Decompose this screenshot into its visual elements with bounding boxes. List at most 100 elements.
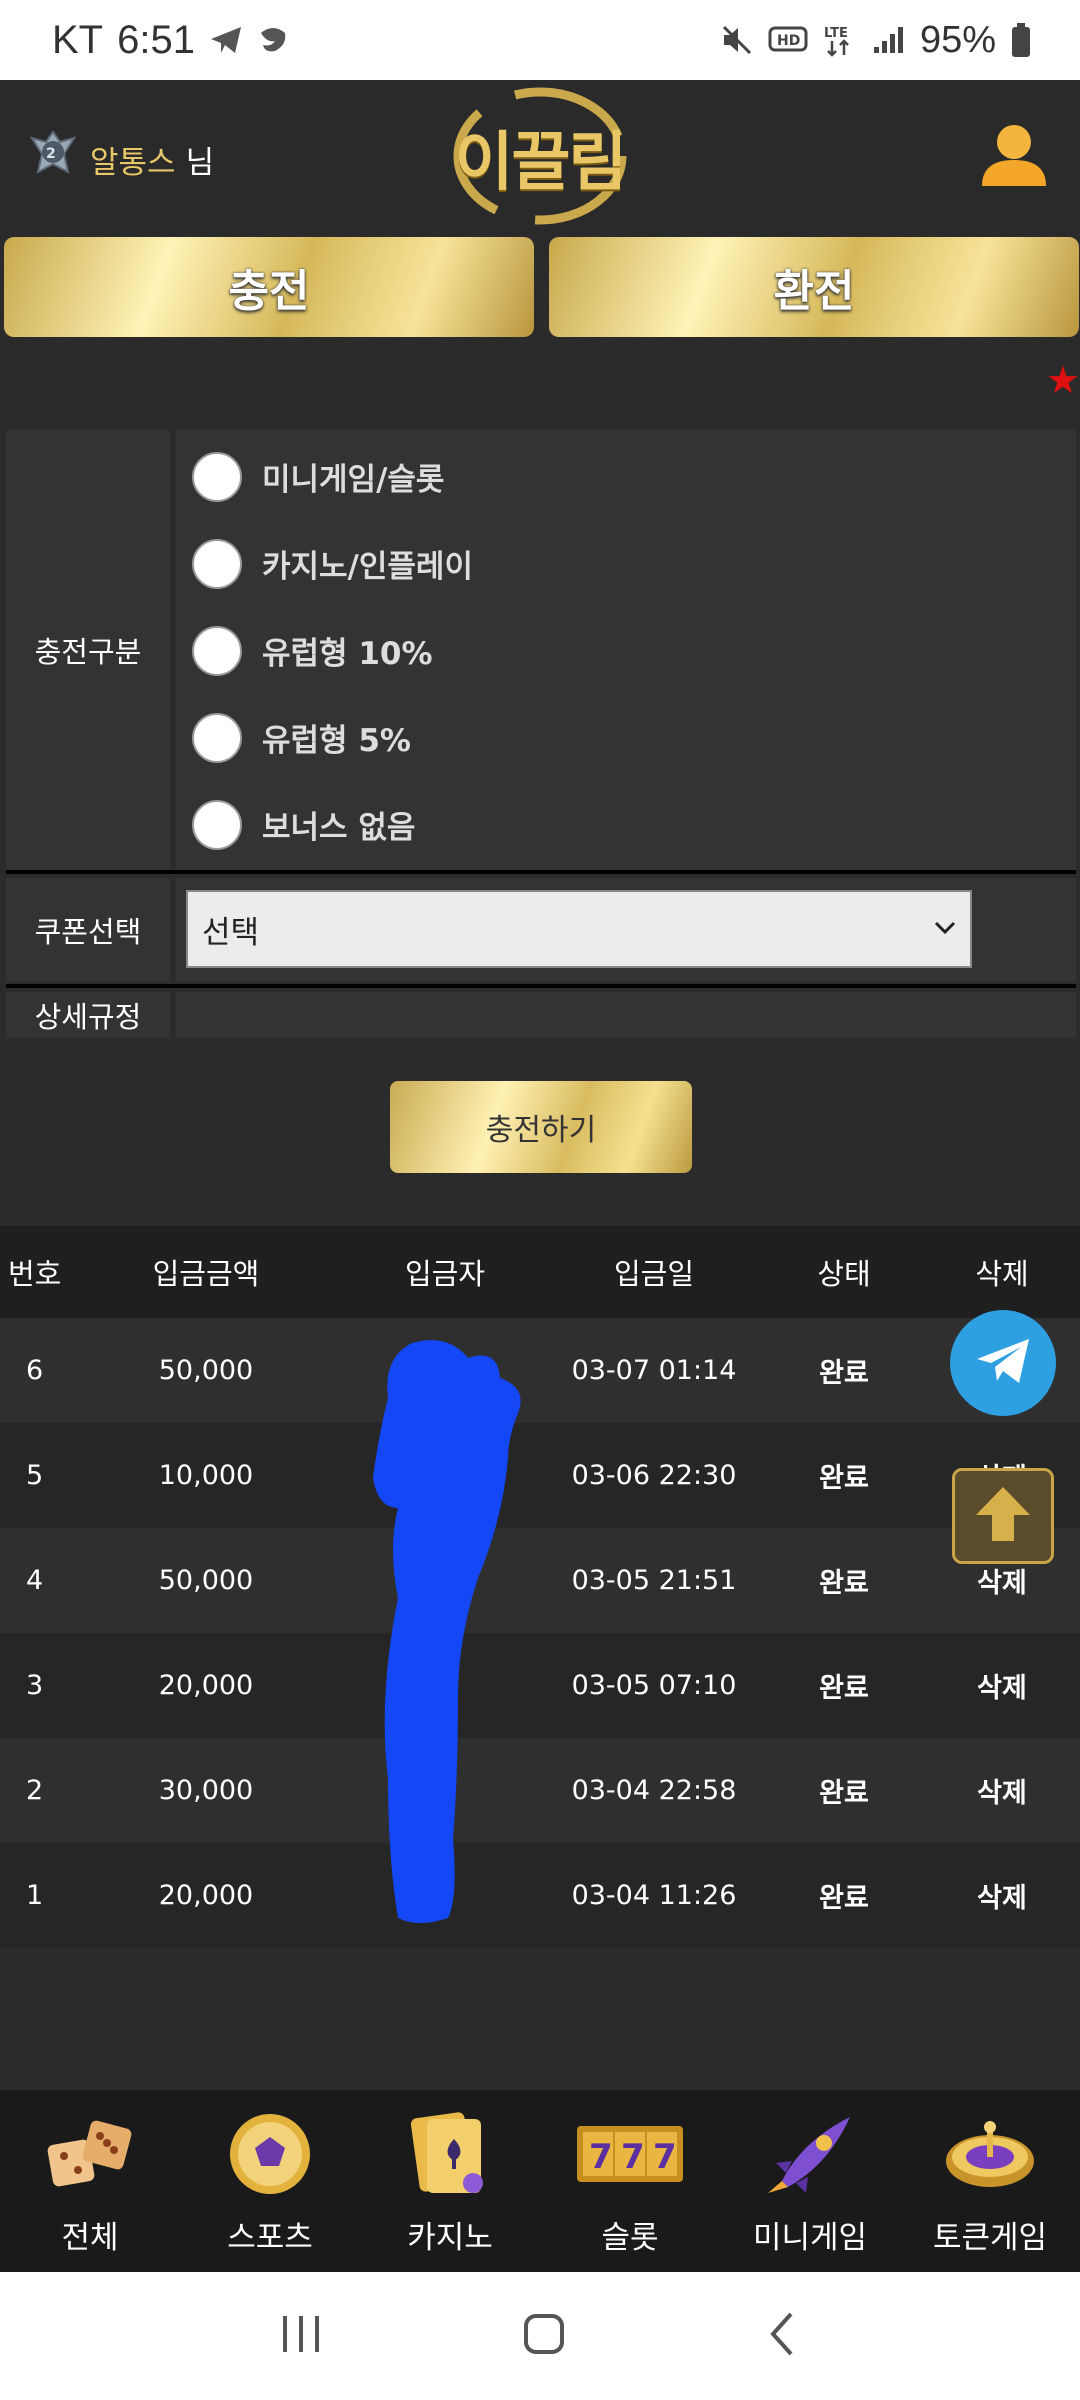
nav-sports[interactable]: 스포츠 — [180, 2090, 360, 2272]
cell-status: 완료 — [819, 1883, 869, 1914]
tab-exchange[interactable]: 환전 — [549, 237, 1079, 337]
cell-number: 3 — [26, 1670, 44, 1701]
status-left: KT 6:51 — [52, 18, 289, 63]
nav-token-game[interactable]: 토큰게임 — [900, 2090, 1080, 2272]
radio-option-casino-inplay[interactable]: 카지노/인플레이 — [176, 520, 1076, 607]
svg-text:7: 7 — [589, 2137, 613, 2177]
nav-label: 카지노 — [407, 2220, 493, 2256]
cell-date: 03-04 11:26 — [571, 1880, 737, 1911]
signal-icon — [872, 25, 906, 55]
playing-card-icon — [407, 2106, 493, 2202]
delete-button[interactable]: 삭제 — [924, 1561, 1080, 1600]
telegram-icon — [973, 1335, 1033, 1391]
charge-type-row: 충전구분 미니게임/슬롯 카지노/인플레이 유럽형 10% 유럽형 5% 보너스… — [6, 430, 1076, 870]
arrow-up-icon — [972, 1483, 1034, 1549]
nav-all[interactable]: 전체 — [0, 2090, 180, 2272]
cell-status: 완료 — [819, 1673, 869, 1704]
divider — [6, 984, 1076, 988]
nav-label: 스포츠 — [227, 2220, 313, 2256]
soccer-ball-icon — [227, 2106, 313, 2202]
mute-icon — [720, 23, 754, 57]
radio-option-european-5[interactable]: 유럽형 5% — [176, 694, 1076, 781]
header-number: 번호 — [8, 1257, 62, 1291]
scroll-top-button[interactable] — [952, 1468, 1054, 1564]
cell-status: 완료 — [819, 1463, 869, 1494]
chevron-down-icon — [930, 912, 960, 950]
system-nav-bar — [0, 2272, 1080, 2400]
delete-button[interactable]: 삭제 — [924, 1876, 1080, 1915]
radio-option-no-bonus[interactable]: 보너스 없음 — [176, 781, 1076, 868]
nav-minigame[interactable]: 미니게임 — [720, 2090, 900, 2272]
tab-charge[interactable]: 충전 — [4, 237, 534, 337]
level-badge-icon: 2 — [26, 128, 80, 190]
roulette-icon — [940, 2106, 1040, 2202]
status-bar: KT 6:51 HD LTE 95% — [0, 0, 1080, 80]
lte-icon: LTE — [822, 23, 858, 57]
radio-label: 보너스 없음 — [262, 810, 416, 846]
cell-status: 완료 — [819, 1568, 869, 1599]
telegram-notification-icon — [209, 25, 243, 55]
battery-percent: 95% — [919, 18, 996, 61]
coupon-label: 쿠폰선택 — [6, 878, 170, 982]
user-info[interactable]: 2 알통스 님 — [26, 128, 214, 190]
app-header: 2 알통스 님 이끌림 — [0, 80, 1080, 235]
radio-button[interactable] — [192, 538, 242, 589]
cell-amount: 50,000 — [158, 1565, 254, 1596]
radio-option-minigame-slot[interactable]: 미니게임/슬롯 — [176, 433, 1076, 520]
radio-label: 카지노/인플레이 — [262, 549, 473, 585]
recent-apps-icon[interactable] — [277, 2312, 325, 2360]
back-icon[interactable] — [763, 2310, 803, 2362]
clock: 6:51 — [117, 17, 195, 62]
header-status: 상태 — [817, 1257, 871, 1291]
cell-number: 4 — [26, 1565, 44, 1596]
radio-button[interactable] — [192, 451, 242, 502]
svg-text:HD: HD — [777, 33, 800, 49]
carrier-label: KT — [52, 17, 104, 62]
svg-text:7: 7 — [653, 2137, 677, 2177]
cell-status: 완료 — [819, 1358, 869, 1389]
header-depositor: 입금자 — [404, 1257, 486, 1291]
cell-amount: 10,000 — [158, 1460, 254, 1491]
radio-label: 유럽형 10% — [262, 636, 433, 672]
profile-icon[interactable] — [978, 120, 1050, 196]
radio-option-european-10[interactable]: 유럽형 10% — [176, 607, 1076, 694]
charge-submit-button[interactable]: 충전하기 — [390, 1081, 692, 1173]
battery-icon — [1010, 22, 1032, 58]
charge-type-options: 미니게임/슬롯 카지노/인플레이 유럽형 10% 유럽형 5% 보너스 없음 — [176, 430, 1076, 870]
cell-amount: 20,000 — [158, 1670, 254, 1701]
radio-button[interactable] — [192, 625, 242, 676]
home-icon[interactable] — [520, 2310, 568, 2362]
coupon-select[interactable]: 선택 — [186, 890, 972, 968]
delete-button[interactable]: 삭제 — [924, 1771, 1080, 1810]
charge-type-label: 충전구분 — [6, 430, 170, 870]
cell-status: 완료 — [819, 1778, 869, 1809]
nav-slot[interactable]: 7 7 7 슬롯 — [540, 2090, 720, 2272]
site-logo[interactable]: 이끌림 — [440, 84, 640, 229]
header-amount: 입금금액 — [152, 1257, 260, 1291]
cell-date: 03-07 01:14 — [571, 1355, 737, 1386]
delete-button[interactable]: 삭제 — [924, 1666, 1080, 1705]
radio-label: 미니게임/슬롯 — [262, 462, 445, 498]
status-right: HD LTE 95% — [720, 19, 1032, 62]
hd-voice-icon: HD — [768, 25, 808, 55]
radio-button[interactable] — [192, 799, 242, 850]
radio-label: 유럽형 5% — [262, 723, 411, 759]
username-suffix: 님 — [185, 144, 215, 181]
username: 알통스 — [90, 144, 176, 181]
cell-number: 2 — [26, 1775, 44, 1806]
svg-text:LTE: LTE — [824, 26, 848, 41]
nav-casino[interactable]: 카지노 — [360, 2090, 540, 2272]
redaction-scribble — [358, 1338, 558, 1932]
radio-button[interactable] — [192, 712, 242, 763]
cell-amount: 30,000 — [158, 1775, 254, 1806]
nav-label: 토큰게임 — [932, 2220, 1048, 2256]
telegram-button[interactable] — [950, 1310, 1056, 1416]
nav-label: 슬롯 — [601, 2220, 659, 2256]
rules-label: 상세규정 — [6, 992, 170, 1038]
nav-label: 미니게임 — [752, 2220, 868, 2256]
coupon-select-value: 선택 — [202, 914, 260, 951]
cell-amount: 20,000 — [158, 1880, 254, 1911]
svg-text:2: 2 — [46, 146, 56, 162]
rules-body — [176, 992, 1076, 1038]
dice-icon — [42, 2106, 138, 2202]
